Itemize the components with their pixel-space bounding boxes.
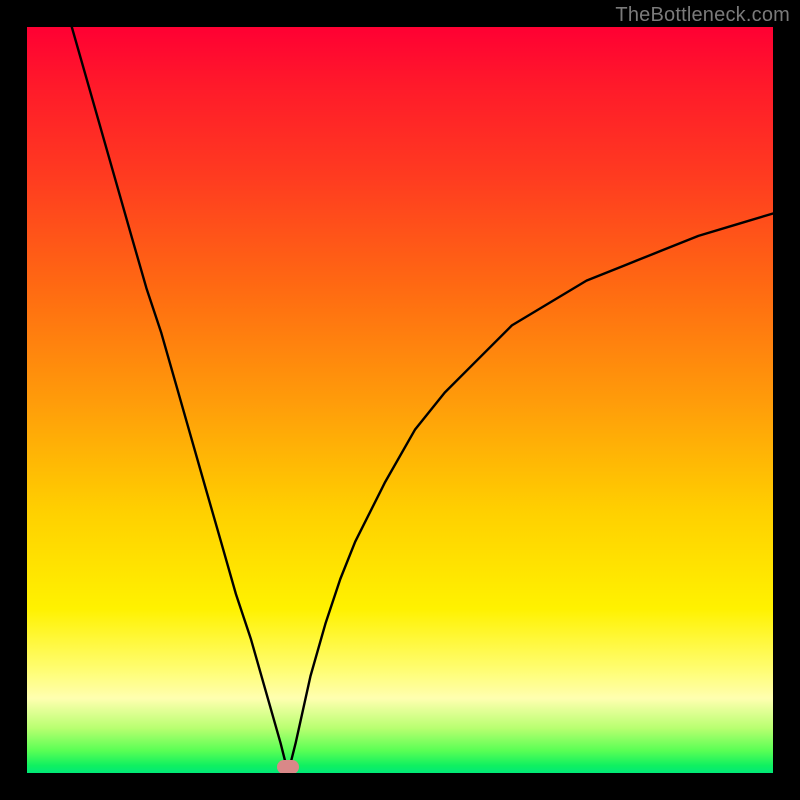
bottleneck-curve (72, 27, 773, 773)
optimum-marker (277, 760, 299, 773)
curve-layer (27, 27, 773, 773)
chart-container: TheBottleneck.com (0, 0, 800, 800)
plot-area (27, 27, 773, 773)
watermark-text: TheBottleneck.com (615, 4, 790, 27)
